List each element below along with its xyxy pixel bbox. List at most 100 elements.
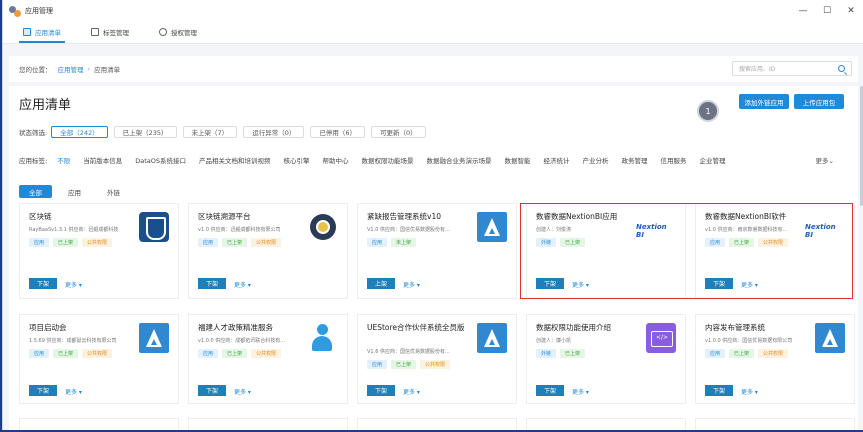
unlist-button[interactable]: 下架: [29, 278, 57, 289]
status-chip-all[interactable]: 全部（242）: [51, 126, 108, 138]
tag-item[interactable]: 帮助中心: [322, 155, 348, 165]
unlist-button[interactable]: 下架: [198, 278, 226, 289]
tag-item[interactable]: 当前版本信息: [83, 155, 122, 165]
tag-item[interactable]: 企业管理: [699, 155, 725, 165]
more-button[interactable]: 更多 ▾: [403, 280, 420, 289]
list-button[interactable]: 上架: [367, 278, 395, 289]
unlist-button[interactable]: 下架: [536, 385, 564, 396]
tag-item[interactable]: 数据权限功能场景: [361, 155, 413, 165]
tag-item[interactable]: 数据融合业务演示场景: [426, 155, 491, 165]
app-card[interactable]: 数据权限功能使用介绍 创建人：廉小凯 外链 已上架 下架 更多 ▾: [526, 314, 686, 404]
app-card[interactable]: [695, 418, 855, 430]
tag-status: 已上架: [53, 349, 79, 358]
app-card[interactable]: [188, 418, 348, 430]
card-tags: 应用 已上架 公共权限: [705, 349, 792, 358]
card-info: V1.0 供应商：国信优易数据股份有...: [367, 227, 450, 233]
more-button[interactable]: 更多 ▾: [234, 387, 251, 396]
code-app-icon: [646, 323, 676, 353]
tag-type: 应用: [367, 360, 388, 369]
unlist-button[interactable]: 下架: [29, 385, 57, 396]
add-external-app-button[interactable]: 添加外链应用: [739, 94, 789, 109]
unlist-button[interactable]: 下架: [367, 385, 395, 396]
app-card[interactable]: 紧缺报告管理系统v10 V1.0 供应商：国信优易数据股份有... 应用 未上架…: [357, 203, 517, 299]
app-card[interactable]: 项目启动会 1.5.69 供应商：成都鼠云科技有限公司 应用 已上架 公共权限 …: [19, 314, 179, 404]
search-icon[interactable]: [838, 65, 845, 72]
more-button[interactable]: 更多 ▾: [572, 280, 589, 289]
tag-permission: 公共权限: [758, 238, 789, 247]
unlist-button[interactable]: 下架: [198, 385, 226, 396]
more-button[interactable]: 更多 ▾: [65, 280, 82, 289]
tag-item[interactable]: 产业分析: [582, 155, 608, 165]
subtab-external[interactable]: 外链: [97, 185, 130, 198]
app-card[interactable]: 福建人才政策精准服务 v1.0.0 供应商：成都拓讯联合科技有... 应用 已上…: [188, 314, 348, 404]
more-button[interactable]: 更多 ▾: [403, 387, 420, 396]
tab-app-list[interactable]: 应用清单: [17, 21, 67, 43]
status-chip-updatable[interactable]: 可更新（0）: [370, 126, 426, 138]
more-button[interactable]: 更多 ▾: [65, 387, 82, 396]
card-info: 创建人：刘俊涛: [536, 227, 572, 233]
app-card[interactable]: 数睿数据NextionBI应用 创建人：刘俊涛 外链 已上架 下架 更多 ▾ N…: [526, 203, 686, 299]
tag-item[interactable]: 产品相关文档和培训视频: [199, 155, 271, 165]
nextion-logo-icon: Nextion BI: [636, 223, 667, 239]
tag-status: 已上架: [391, 360, 417, 369]
app-card[interactable]: 内容发布管理系统 v1.0.0 供应商：国信优易数据有限公司 应用 已上架 公共…: [695, 314, 855, 404]
status-chip-unlisted[interactable]: 未上架（7）: [182, 126, 238, 138]
tag-type: 应用: [198, 349, 219, 358]
nextion-logo-icon: Nextion BI: [805, 223, 836, 239]
tag-item[interactable]: 经济统计: [543, 155, 569, 165]
subtab-app[interactable]: 应用: [58, 185, 91, 198]
more-button[interactable]: 更多 ▾: [234, 280, 251, 289]
search-input[interactable]: 搜索应用、ID: [732, 61, 852, 76]
app-card[interactable]: 区块链 RayBaaSv1.3.1 供应商：迅鲲成都科技 应用 已上架 公共权限…: [19, 203, 179, 299]
card-tags: 应用 已上架 公共权限: [705, 238, 792, 247]
status-chip-error[interactable]: 运行异常（0）: [243, 126, 305, 138]
more-tags-button[interactable]: 更多⌄: [816, 155, 834, 165]
tab-tag-management[interactable]: 标签管理: [85, 21, 135, 43]
subtab-all[interactable]: 全部: [19, 185, 52, 198]
more-button[interactable]: 更多 ▾: [741, 387, 758, 396]
unlist-button[interactable]: 下架: [705, 278, 733, 289]
app-card[interactable]: UEStore合作伙伴系统全员版 V1.6 供应商：国信优易数据股份有... 应…: [357, 314, 517, 404]
tag-type: 应用: [705, 238, 726, 247]
more-button[interactable]: 更多 ▾: [741, 280, 758, 289]
tag-item[interactable]: DataOS系统接口: [135, 155, 186, 165]
status-chip-disabled[interactable]: 已停用（6）: [310, 126, 365, 138]
app-card[interactable]: [526, 418, 686, 430]
app-a-icon: [815, 323, 845, 353]
card-info: v1.0.0 供应商：国信优易数据有限公司: [705, 338, 793, 344]
tag-permission: 公共权限: [251, 349, 282, 358]
minimize-button[interactable]: —: [791, 0, 815, 22]
close-button[interactable]: ✕: [839, 0, 863, 22]
card-tags: 应用 未上架: [367, 238, 420, 247]
card-title: 数睿数据NextionBI软件: [705, 212, 787, 221]
card-title: 数睿数据NextionBI应用: [536, 212, 618, 221]
tag-type: 应用: [29, 349, 50, 358]
more-button[interactable]: 更多 ▾: [572, 387, 589, 396]
maximize-button[interactable]: ☐: [815, 0, 839, 22]
card-info: V1.6 供应商：国信优易数据股份有...: [367, 349, 450, 355]
card-tags: 应用 已上架 公共权限: [367, 360, 454, 369]
breadcrumb-prefix: 您的位置：: [19, 66, 52, 74]
tab-auth-management[interactable]: 授权管理: [153, 21, 203, 43]
app-card[interactable]: [357, 418, 517, 430]
tab-label: 应用清单: [35, 29, 61, 37]
tag-item[interactable]: 不限: [57, 155, 70, 165]
tag-item[interactable]: 数据智能: [504, 155, 530, 165]
breadcrumb-link-app-management[interactable]: 应用管理: [58, 64, 84, 74]
unlist-button[interactable]: 下架: [705, 385, 733, 396]
app-card[interactable]: [19, 418, 179, 430]
tag-item[interactable]: 核心引擎: [283, 155, 309, 165]
upload-app-button[interactable]: 上传应用包: [794, 94, 844, 109]
tag-item[interactable]: 信用服务: [660, 155, 686, 165]
unlist-button[interactable]: 下架: [536, 278, 564, 289]
card-title: 项目启动会: [29, 323, 67, 332]
app-card[interactable]: 数睿数据NextionBI软件 v1.0 供应商：南京数睿数据科技有... 应用…: [695, 203, 855, 299]
breadcrumb-separator: ›: [87, 65, 91, 73]
tag-permission: 公共权限: [251, 238, 282, 247]
app-card[interactable]: 区块链溯源平台 v1.0 供应商：迅鲲成都科技有限公司 应用 已上架 公共权限 …: [188, 203, 348, 299]
tag-permission: 公共权限: [420, 360, 451, 369]
tag-item[interactable]: 政务管理: [621, 155, 647, 165]
tag-type: 应用: [198, 238, 219, 247]
breadcrumb: 您的位置： 应用管理 › 应用清单 搜索应用、ID: [9, 56, 858, 82]
status-chip-listed[interactable]: 已上架（235）: [113, 126, 177, 138]
